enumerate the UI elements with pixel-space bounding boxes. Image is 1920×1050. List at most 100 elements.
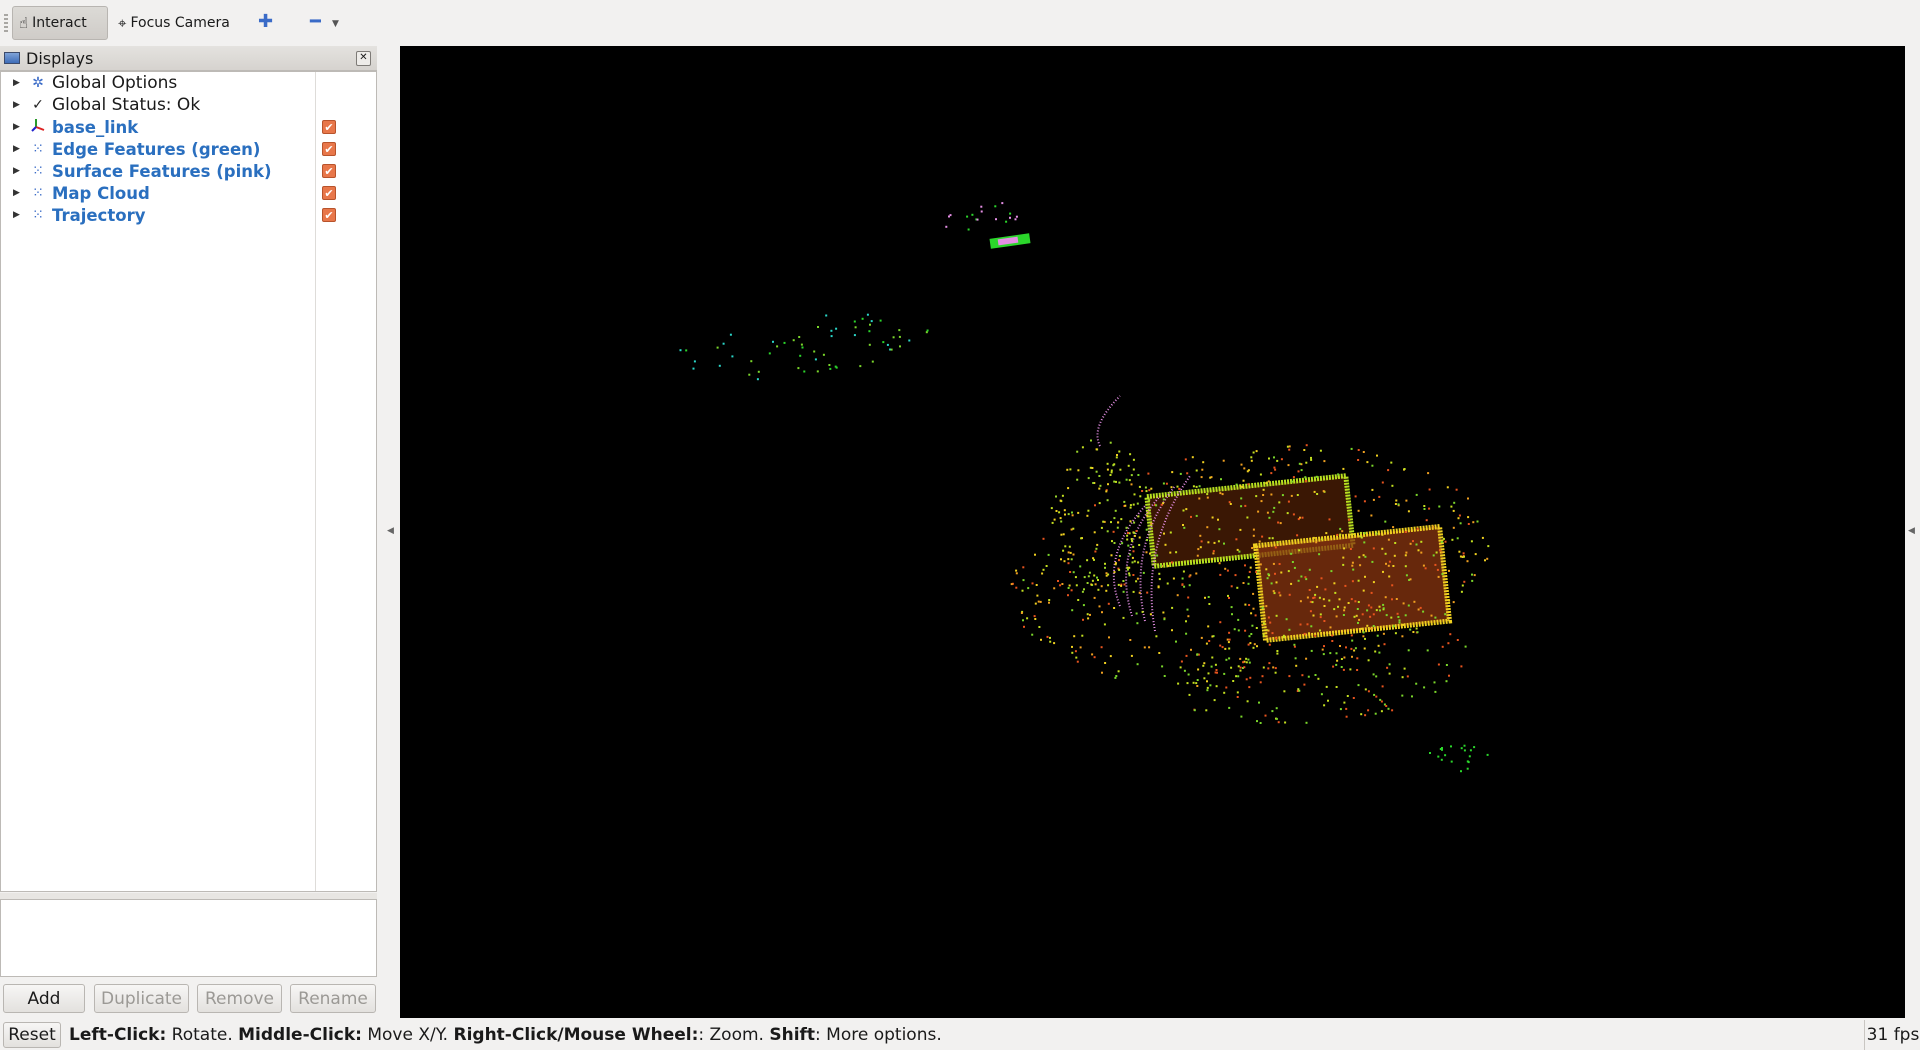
cloud-point [816, 370, 819, 373]
cloud-point [1047, 553, 1050, 556]
display-row-surface-features[interactable]: ▶ ⁙ Surface Features (pink) ✔ [1, 160, 376, 182]
expand-arrow-icon[interactable]: ▶ [13, 210, 20, 220]
cloud-point [1294, 657, 1297, 660]
cloud-point [1345, 646, 1347, 649]
interact-tool-button[interactable]: ☝ Interact [12, 6, 108, 40]
cloud-point [1425, 519, 1428, 522]
cloud-point [1272, 666, 1275, 669]
cloud-point [1126, 566, 1129, 569]
cloud-point [1255, 571, 1258, 573]
display-enabled-checkbox[interactable]: ✔ [322, 120, 336, 134]
cloud-point [1067, 587, 1070, 589]
cloud-point [1301, 674, 1304, 677]
render-viewport[interactable] [400, 46, 1905, 1018]
cloud-point [1159, 564, 1162, 567]
cloud-point [1186, 682, 1189, 685]
cloud-point [1110, 554, 1113, 557]
cloud-point [886, 343, 889, 346]
cloud-point [1198, 485, 1201, 488]
cloud-point [1061, 583, 1064, 585]
display-enabled-checkbox[interactable]: ✔ [322, 186, 336, 200]
cloud-point [1401, 676, 1404, 679]
cloud-point [1240, 715, 1243, 718]
cloud-point [1392, 565, 1395, 567]
cloud-point [1367, 690, 1370, 693]
display-row-base-link[interactable]: ▶ base_link ✔ [1, 116, 376, 138]
cloud-point [1394, 542, 1397, 544]
display-enabled-checkbox[interactable]: ✔ [322, 142, 336, 156]
reset-button[interactable]: Reset [3, 1022, 61, 1048]
cloud-point [1376, 454, 1378, 457]
cloud-point [1082, 604, 1085, 607]
cloud-point [1046, 635, 1049, 638]
cloud-point [1291, 480, 1294, 483]
cloud-point [1248, 635, 1251, 638]
cloud-point [1276, 652, 1279, 655]
cloud-point [1104, 662, 1107, 664]
cloud-point [1351, 580, 1354, 583]
cloud-point [1102, 520, 1105, 523]
cloud-point [1323, 620, 1326, 622]
rename-display-button[interactable]: Rename [290, 984, 376, 1013]
display-enabled-checkbox[interactable]: ✔ [322, 164, 336, 178]
focus-camera-tool-button[interactable]: ⌖ Focus Camera [112, 6, 236, 40]
cloud-point [1150, 487, 1153, 490]
monitor-icon [4, 52, 20, 64]
cloud-point [1252, 592, 1255, 595]
duplicate-display-button[interactable]: Duplicate [94, 984, 189, 1013]
add-display-button[interactable]: Add [3, 984, 85, 1013]
expand-arrow-icon[interactable]: ▶ [13, 100, 20, 110]
cloud-point [1119, 468, 1122, 471]
minus-icon[interactable]: ━ [310, 11, 321, 32]
cloud-point [1155, 504, 1158, 507]
cloud-point [1142, 571, 1145, 574]
cloud-point [1354, 495, 1357, 498]
collapse-left-panel-handle[interactable]: ◀ [387, 526, 394, 536]
cloud-point [1101, 671, 1103, 674]
cloud-point [1362, 631, 1365, 634]
display-row-edge-features[interactable]: ▶ ⁙ Edge Features (green) ✔ [1, 138, 376, 160]
remove-display-button[interactable]: Remove [197, 984, 282, 1013]
cloud-point [1248, 604, 1251, 606]
cloud-point [1131, 561, 1134, 564]
expand-arrow-icon[interactable]: ▶ [13, 144, 20, 154]
expand-arrow-icon[interactable]: ▶ [13, 122, 20, 132]
cloud-point [1095, 448, 1098, 451]
cloud-point [1322, 598, 1325, 601]
cloud-point [1310, 649, 1313, 652]
cloud-point [1122, 590, 1125, 593]
plus-icon[interactable]: ✚ [258, 11, 273, 32]
cloud-point [1147, 472, 1150, 475]
chevron-down-icon[interactable]: ▼ [332, 19, 339, 29]
display-row-map-cloud[interactable]: ▶ ⁙ Map Cloud ✔ [1, 182, 376, 204]
cloud-point [1379, 698, 1382, 701]
close-icon[interactable]: ✕ [356, 51, 371, 66]
cloud-point [1353, 615, 1356, 618]
cloud-point [1236, 691, 1239, 694]
expand-arrow-icon[interactable]: ▶ [13, 166, 20, 176]
point-cloud-render[interactable] [400, 46, 1905, 1018]
display-row-global-status[interactable]: ▶ ✓ Global Status: Ok [1, 94, 376, 116]
expand-arrow-icon[interactable]: ▶ [13, 188, 20, 198]
toolbar-grip[interactable] [4, 14, 8, 32]
cloud-point [1171, 561, 1173, 564]
cloud-point [1350, 447, 1353, 450]
cloud-point [1196, 653, 1199, 656]
cloud-point [1093, 656, 1096, 659]
cloud-point [1242, 582, 1245, 584]
collapse-right-panel-handle[interactable]: ◀ [1908, 526, 1915, 536]
display-row-trajectory[interactable]: ▶ ⁙ Trajectory ✔ [1, 204, 376, 226]
expand-arrow-icon[interactable]: ▶ [13, 78, 20, 88]
cloud-point [1433, 681, 1436, 684]
cloud-point [1098, 502, 1101, 505]
cloud-point [1107, 602, 1110, 605]
cloud-point [868, 330, 871, 333]
help-left-click-desc: Rotate. [166, 1025, 239, 1045]
display-row-global-options[interactable]: ▶ ✲ Global Options [1, 72, 376, 94]
fps-counter: 31 fps [1864, 1020, 1920, 1050]
cloud-point [1293, 645, 1296, 648]
cloud-point [1266, 577, 1269, 580]
display-enabled-checkbox[interactable]: ✔ [322, 208, 336, 222]
displays-tree[interactable]: ▶ ✲ Global Options ▶ ✓ Global Status: Ok… [0, 71, 377, 892]
cloud-point [1225, 686, 1228, 689]
